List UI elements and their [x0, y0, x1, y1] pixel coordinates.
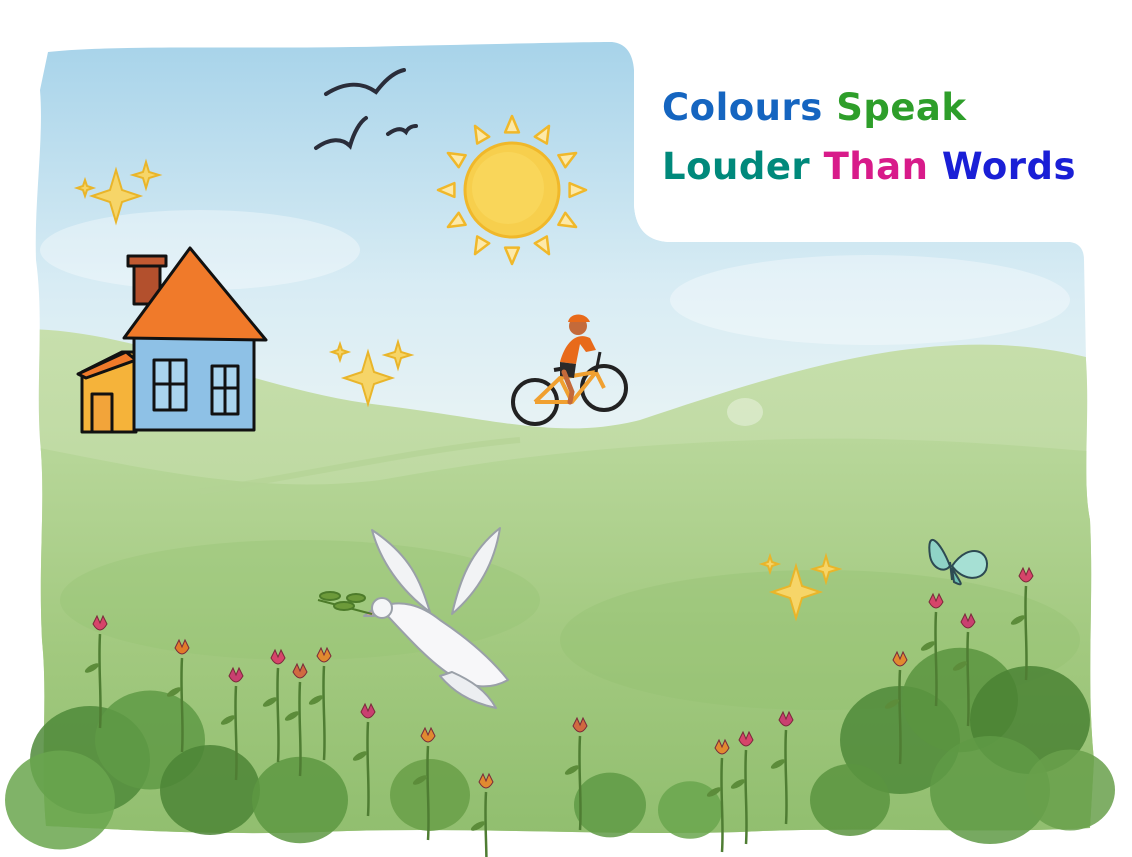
- bush: [810, 764, 890, 836]
- bush: [1025, 749, 1115, 831]
- sun-icon: [463, 141, 561, 239]
- title-word-louder: Louder: [662, 145, 811, 188]
- bush: [390, 759, 470, 831]
- title-line-1: Colours Speak: [662, 78, 1112, 137]
- title-word-than: Than: [823, 145, 929, 188]
- bush: [160, 745, 260, 835]
- title-line-2: Louder Than Words: [662, 137, 1112, 196]
- bush: [574, 772, 646, 838]
- page-title: Colours Speak Louder Than Words: [662, 78, 1112, 196]
- title-word-speak: Speak: [836, 86, 967, 129]
- title-word-colours: Colours: [662, 86, 823, 129]
- title-word-words: Words: [941, 145, 1077, 188]
- bush: [5, 750, 115, 850]
